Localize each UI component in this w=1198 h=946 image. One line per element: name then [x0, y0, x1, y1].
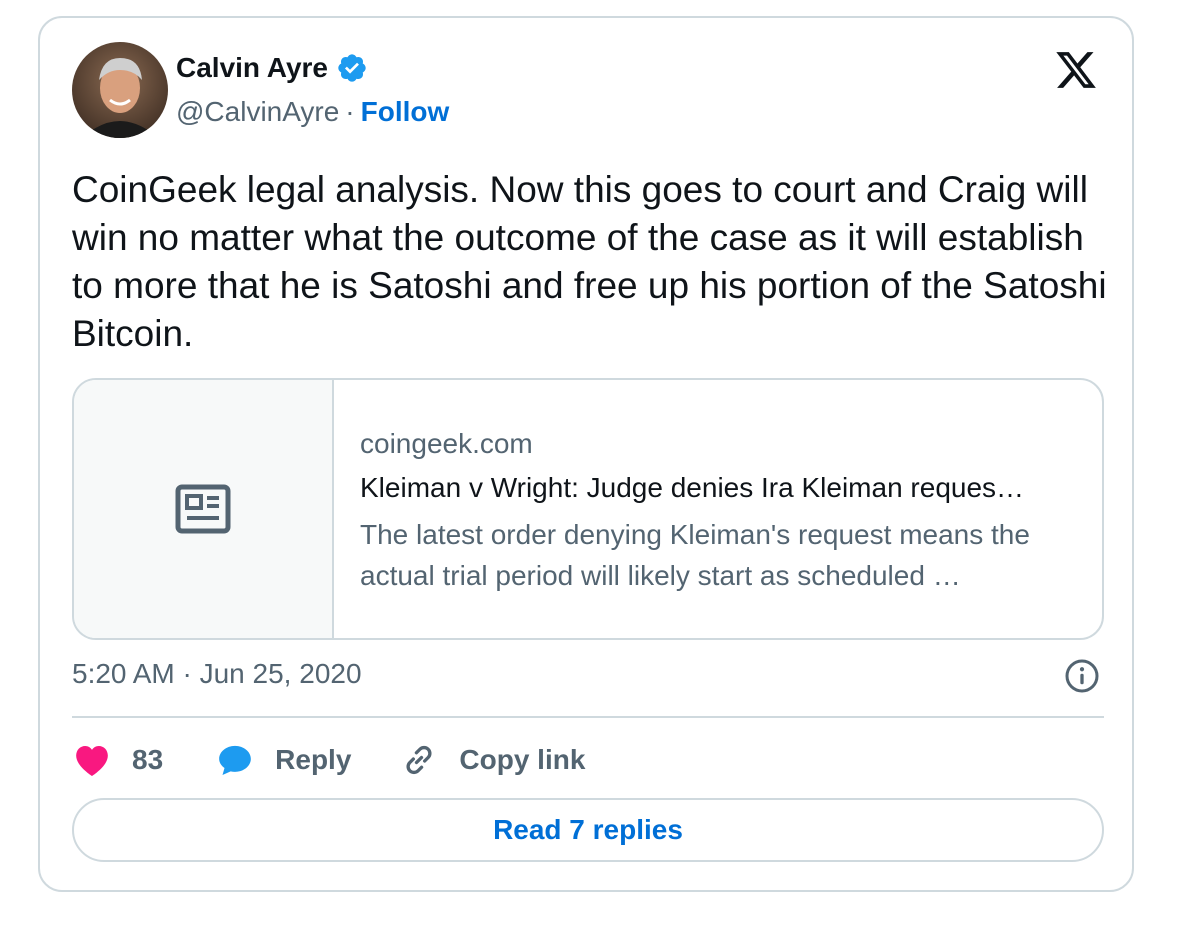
reply-label: Reply: [275, 744, 352, 775]
divider: [72, 716, 1104, 718]
like-count: 83: [132, 744, 164, 775]
speech-bubble-icon: [219, 745, 251, 775]
reply-button[interactable]: Reply: [215, 740, 351, 780]
link-domain: coingeek.com: [360, 428, 533, 459]
read-replies-button[interactable]: Read 7 replies: [72, 798, 1104, 862]
tweet-timestamp[interactable]: 5:20 AM · Jun 25, 2020: [72, 658, 362, 689]
follow-button[interactable]: Follow: [361, 96, 450, 128]
tweet-card: Calvin Ayre @CalvinAyre · Follow CoinGee…: [38, 16, 1134, 892]
copy-link-button[interactable]: Copy link: [399, 740, 585, 780]
heart-icon: [76, 746, 108, 776]
separator-dot: ·: [345, 96, 355, 127]
info-icon[interactable]: [1064, 658, 1100, 694]
avatar[interactable]: [72, 42, 168, 138]
like-button[interactable]: 83: [72, 740, 163, 780]
link-preview-card[interactable]: coingeek.com Kleiman v Wright: Judge den…: [72, 378, 1104, 640]
link-description: The latest order denying Kleiman's reque…: [360, 519, 1030, 591]
link-icon: [406, 745, 432, 775]
x-logo-icon[interactable]: [1054, 48, 1098, 92]
copy-link-label: Copy link: [459, 744, 586, 775]
author-name[interactable]: Calvin Ayre: [176, 52, 328, 84]
link-title: Kleiman v Wright: Judge denies Ira Kleim…: [360, 472, 1025, 503]
verified-badge-icon: [338, 54, 366, 82]
newspaper-icon: [175, 484, 231, 534]
author-handle[interactable]: @CalvinAyre: [176, 96, 339, 128]
tweet-text: CoinGeek legal analysis. Now this goes t…: [72, 169, 1107, 354]
link-thumbnail: [74, 380, 334, 638]
